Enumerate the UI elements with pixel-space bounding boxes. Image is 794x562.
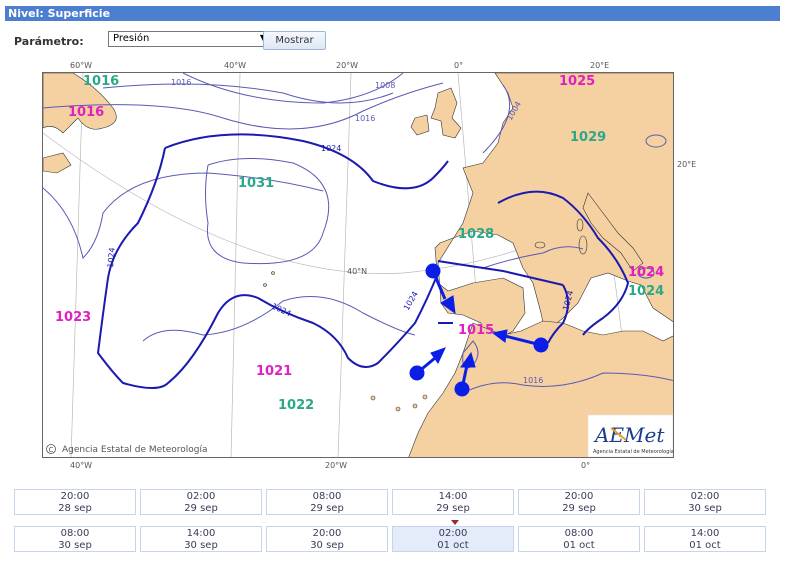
isobar-label: 1016 <box>355 114 375 123</box>
land-sardinia <box>578 235 588 255</box>
land-uk <box>430 87 462 139</box>
parameter-selected-value: Presión <box>113 33 150 44</box>
time-slot[interactable]: 20:00 29 sep <box>518 489 640 515</box>
current-time-marker-icon <box>451 520 459 525</box>
pressure-value: 1024 <box>628 265 664 280</box>
lon-label-bottom: 20°W <box>325 461 348 470</box>
land-iceland <box>43 152 72 174</box>
time-slot[interactable]: 14:00 29 sep <box>392 489 514 515</box>
show-button[interactable]: Mostrar <box>263 31 326 50</box>
isobar-label: 1024 <box>106 247 117 268</box>
pressure-value: 1016 <box>68 105 104 120</box>
land-mallorca <box>534 241 546 249</box>
aemet-logo: AEMet Agencia Estatal de Meteorología <box>587 414 674 457</box>
lon-label-bottom: 40°W <box>70 461 93 470</box>
time-slot[interactable]: 14:00 01 oct <box>644 526 766 552</box>
land-ireland <box>410 114 430 136</box>
pressure-value: 1031 <box>238 176 274 191</box>
isobar-label: 1016 <box>171 78 191 87</box>
time-slot[interactable]: 08:00 29 sep <box>266 489 388 515</box>
pressure-value: 1029 <box>570 130 606 145</box>
lon-label-top: 0° <box>454 61 464 70</box>
logo-subtitle: Agencia Estatal de Meteorología <box>593 448 674 455</box>
time-slot-active[interactable]: 02:00 01 oct <box>392 526 514 552</box>
land-corsica <box>576 218 584 232</box>
pressure-value: 1021 <box>256 364 292 379</box>
pressure-value: 1023 <box>55 310 91 325</box>
pressure-value: 1025 <box>559 74 595 89</box>
time-slot[interactable]: 08:00 30 sep <box>14 526 136 552</box>
pressure-value: 1028 <box>458 227 494 242</box>
isobar-label: 1016 <box>523 376 543 385</box>
time-slot[interactable]: 20:00 30 sep <box>266 526 388 552</box>
time-slot[interactable]: 14:00 30 sep <box>140 526 262 552</box>
weather-map: 1008 1016 1016 1016 1024 1024 1024 1024 … <box>42 72 674 458</box>
isobar-label: 1024 <box>402 290 420 312</box>
parameter-select[interactable]: Presión ▼ <box>108 31 271 47</box>
parameter-label: Parámetro: <box>14 35 84 48</box>
pressure-value: 1016 <box>83 74 119 89</box>
lon-label-top: 40°W <box>224 61 247 70</box>
isobar-label: 1024 <box>321 144 341 153</box>
credit-text: Agencia Estatal de Meteorología <box>62 445 208 455</box>
isobar-label: 1008 <box>375 81 395 90</box>
pressure-value: 1024 <box>628 284 664 299</box>
isobar-label: 1024 <box>270 302 292 319</box>
lon-label-right: 20°E <box>677 160 697 169</box>
time-slot[interactable]: 02:00 30 sep <box>644 489 766 515</box>
wind-arrow-icon <box>409 347 446 381</box>
lon-label-top: 20°W <box>336 61 359 70</box>
lon-label-bottom: 0° <box>581 461 591 470</box>
time-slot[interactable]: 08:00 01 oct <box>518 526 640 552</box>
lat-label: 40°N <box>347 267 367 276</box>
land-europe <box>434 73 673 342</box>
level-header: Nivel: Superficie <box>5 6 780 21</box>
credit: C Agencia Estatal de Meteorología <box>46 444 208 455</box>
logo-text: AEMet <box>593 423 665 447</box>
lon-label-top: 60°W <box>70 61 93 70</box>
pressure-value: 1015 <box>458 323 494 338</box>
pressure-value: 1022 <box>278 398 314 413</box>
time-slot[interactable]: 20:00 28 sep <box>14 489 136 515</box>
lon-label-top: 20°E <box>590 61 610 70</box>
time-slot[interactable]: 02:00 29 sep <box>140 489 262 515</box>
svg-text:C: C <box>49 446 54 454</box>
